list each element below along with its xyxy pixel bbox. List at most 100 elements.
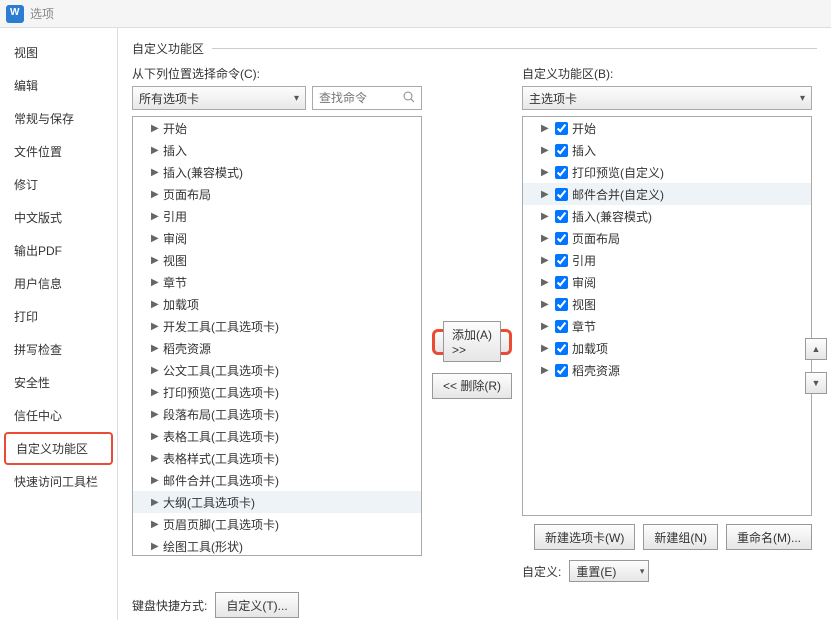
- tree-checkbox[interactable]: [555, 254, 568, 267]
- search-box[interactable]: [312, 86, 422, 110]
- sidebar-item[interactable]: 输出PDF: [0, 234, 117, 267]
- chevron-right-icon: ▶: [541, 189, 553, 200]
- tree-checkbox[interactable]: [555, 276, 568, 289]
- tree-node[interactable]: ▶视图: [133, 249, 421, 271]
- chevron-right-icon: ▶: [541, 167, 553, 178]
- chevron-right-icon: ▶: [541, 255, 553, 266]
- tree-node[interactable]: ▶页面布局: [523, 227, 811, 249]
- chevron-right-icon: ▶: [151, 167, 163, 178]
- sidebar-item[interactable]: 常规与保存: [0, 102, 117, 135]
- sidebar-item[interactable]: 自定义功能区: [4, 432, 113, 465]
- rename-button[interactable]: 重命名(M)...: [726, 524, 812, 550]
- tree-node[interactable]: ▶邮件合并(工具选项卡): [133, 469, 421, 491]
- add-button[interactable]: 添加(A) >>: [432, 329, 512, 355]
- chevron-right-icon: ▶: [541, 299, 553, 310]
- tree-node[interactable]: ▶加载项: [523, 337, 811, 359]
- tree-node[interactable]: ▶大纲(工具选项卡): [133, 491, 421, 513]
- tree-checkbox[interactable]: [555, 144, 568, 157]
- app-logo: [6, 5, 24, 23]
- chevron-right-icon: ▶: [151, 123, 163, 134]
- tree-node[interactable]: ▶打印预览(工具选项卡): [133, 381, 421, 403]
- reset-dropdown[interactable]: 重置(E): [569, 560, 649, 582]
- sidebar-item[interactable]: 编辑: [0, 69, 117, 102]
- tree-checkbox[interactable]: [555, 166, 568, 179]
- tree-checkbox[interactable]: [555, 364, 568, 377]
- sidebar-item[interactable]: 快速访问工具栏: [0, 465, 117, 498]
- sidebar-item[interactable]: 中文版式: [0, 201, 117, 234]
- tree-node[interactable]: ▶插入(兼容模式): [523, 205, 811, 227]
- tree-node[interactable]: ▶表格样式(工具选项卡): [133, 447, 421, 469]
- command-tree[interactable]: ▶开始▶插入▶插入(兼容模式)▶页面布局▶引用▶审阅▶视图▶章节▶加载项▶开发工…: [132, 116, 422, 556]
- chevron-right-icon: ▶: [151, 475, 163, 486]
- chevron-right-icon: ▶: [151, 387, 163, 398]
- tree-node[interactable]: ▶绘图工具(形状): [133, 535, 421, 556]
- customize-shortcut-button[interactable]: 自定义(T)...: [215, 592, 298, 618]
- chevron-right-icon: ▶: [541, 277, 553, 288]
- tree-checkbox[interactable]: [555, 210, 568, 223]
- target-dropdown[interactable]: 主选项卡: [522, 86, 812, 110]
- search-icon: [403, 91, 415, 106]
- tree-node[interactable]: ▶页眉页脚(工具选项卡): [133, 513, 421, 535]
- chevron-right-icon: ▶: [151, 431, 163, 442]
- remove-button[interactable]: << 删除(R): [432, 373, 512, 399]
- tree-node[interactable]: ▶段落布局(工具选项卡): [133, 403, 421, 425]
- tree-node[interactable]: ▶稻壳资源: [523, 359, 811, 381]
- tree-node[interactable]: ▶插入: [523, 139, 811, 161]
- tree-node[interactable]: ▶开始: [133, 117, 421, 139]
- sidebar-item[interactable]: 拼写检查: [0, 333, 117, 366]
- tree-node[interactable]: ▶页面布局: [133, 183, 421, 205]
- tree-node[interactable]: ▶开发工具(工具选项卡): [133, 315, 421, 337]
- new-group-button[interactable]: 新建组(N): [643, 524, 718, 550]
- sidebar-item[interactable]: 打印: [0, 300, 117, 333]
- sidebar-item[interactable]: 用户信息: [0, 267, 117, 300]
- chevron-right-icon: ▶: [151, 453, 163, 464]
- chevron-right-icon: ▶: [151, 211, 163, 222]
- move-up-button[interactable]: ▲: [805, 338, 827, 360]
- new-tab-button[interactable]: 新建选项卡(W): [534, 524, 635, 550]
- tree-node[interactable]: ▶引用: [133, 205, 421, 227]
- move-down-button[interactable]: ▼: [805, 372, 827, 394]
- chevron-right-icon: ▶: [151, 277, 163, 288]
- tree-checkbox[interactable]: [555, 320, 568, 333]
- tree-node[interactable]: ▶加载项: [133, 293, 421, 315]
- search-input[interactable]: [319, 91, 399, 105]
- chevron-right-icon: ▶: [541, 145, 553, 156]
- sidebar-item[interactable]: 文件位置: [0, 135, 117, 168]
- chevron-right-icon: ▶: [151, 519, 163, 530]
- tree-node[interactable]: ▶开始: [523, 117, 811, 139]
- tree-node[interactable]: ▶打印预览(自定义): [523, 161, 811, 183]
- chevron-right-icon: ▶: [151, 189, 163, 200]
- chevron-right-icon: ▶: [151, 343, 163, 354]
- tree-node[interactable]: ▶插入: [133, 139, 421, 161]
- tree-checkbox[interactable]: [555, 298, 568, 311]
- left-label: 从下列位置选择命令(C):: [132, 65, 422, 82]
- tree-node[interactable]: ▶审阅: [133, 227, 421, 249]
- tree-node[interactable]: ▶章节: [133, 271, 421, 293]
- tree-node[interactable]: ▶稻壳资源: [133, 337, 421, 359]
- tree-node[interactable]: ▶视图: [523, 293, 811, 315]
- tree-node[interactable]: ▶表格工具(工具选项卡): [133, 425, 421, 447]
- tree-node[interactable]: ▶邮件合并(自定义): [523, 183, 811, 205]
- section-title: 自定义功能区: [132, 40, 204, 57]
- tree-node[interactable]: ▶公文工具(工具选项卡): [133, 359, 421, 381]
- tree-checkbox[interactable]: [555, 122, 568, 135]
- chevron-right-icon: ▶: [151, 321, 163, 332]
- sidebar-item[interactable]: 修订: [0, 168, 117, 201]
- chevron-right-icon: ▶: [151, 233, 163, 244]
- sidebar-item[interactable]: 信任中心: [0, 399, 117, 432]
- chevron-right-icon: ▶: [541, 233, 553, 244]
- tree-node[interactable]: ▶章节: [523, 315, 811, 337]
- source-dropdown[interactable]: 所有选项卡: [132, 86, 306, 110]
- tree-checkbox[interactable]: [555, 188, 568, 201]
- tree-node[interactable]: ▶审阅: [523, 271, 811, 293]
- chevron-right-icon: ▶: [541, 211, 553, 222]
- tree-node[interactable]: ▶插入(兼容模式): [133, 161, 421, 183]
- chevron-right-icon: ▶: [151, 255, 163, 266]
- sidebar-item[interactable]: 视图: [0, 36, 117, 69]
- ribbon-tree[interactable]: ▶开始▶插入▶打印预览(自定义)▶邮件合并(自定义)▶插入(兼容模式)▶页面布局…: [522, 116, 812, 516]
- tree-node[interactable]: ▶引用: [523, 249, 811, 271]
- tree-checkbox[interactable]: [555, 232, 568, 245]
- sidebar-item[interactable]: 安全性: [0, 366, 117, 399]
- chevron-right-icon: ▶: [541, 343, 553, 354]
- tree-checkbox[interactable]: [555, 342, 568, 355]
